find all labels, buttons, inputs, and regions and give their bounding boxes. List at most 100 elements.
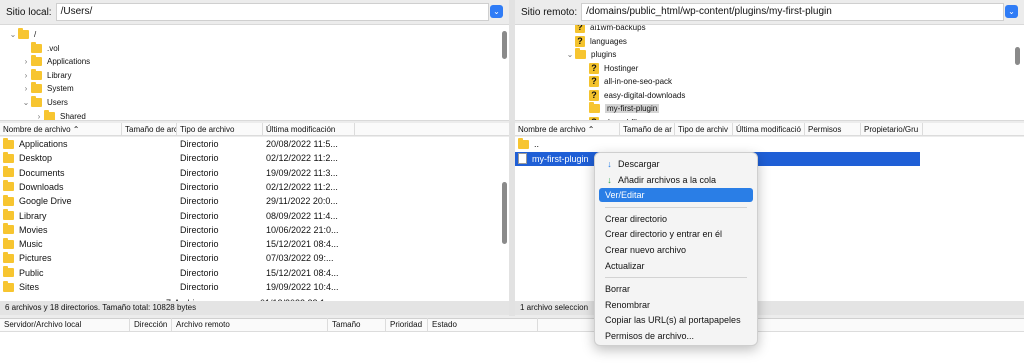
local-status-bar: 6 archivos y 18 directorios. Tamaño tota… bbox=[0, 301, 509, 315]
tree-item[interactable]: ? all-in-one-seo-pack bbox=[579, 75, 672, 88]
tree-item[interactable]: ⌄ / bbox=[8, 28, 36, 41]
column-header[interactable]: Propietario/Gru bbox=[861, 122, 923, 136]
folder-icon bbox=[3, 237, 14, 249]
remote-path-dropdown-button[interactable]: ⌄ bbox=[1005, 5, 1018, 18]
file-type: Directorio bbox=[180, 253, 219, 264]
file-name-cell: Documents bbox=[0, 166, 180, 178]
menu-item[interactable]: Ver/Editar bbox=[599, 188, 753, 203]
column-header[interactable]: Prioridad bbox=[386, 318, 428, 332]
local-list-scrollbar[interactable] bbox=[502, 182, 507, 244]
menu-item[interactable]: Actualizar bbox=[599, 259, 753, 273]
tree-item[interactable]: my-first-plugin bbox=[579, 102, 660, 115]
chevron-icon[interactable]: › bbox=[21, 71, 31, 80]
menu-item[interactable]: Crear nuevo archivo bbox=[599, 243, 753, 257]
column-header[interactable]: Permisos bbox=[805, 122, 861, 136]
tree-item[interactable]: .vol bbox=[21, 41, 60, 55]
chevron-icon[interactable]: › bbox=[21, 57, 31, 66]
local-path-dropdown-button[interactable]: ⌄ bbox=[490, 5, 503, 18]
file-name-cell: Library bbox=[0, 209, 180, 221]
menu-item[interactable]: ↓ Añadir archivos a la cola bbox=[599, 173, 753, 187]
table-row[interactable]: Library Directorio 08/09/2022 11:4... bbox=[0, 209, 500, 223]
chevron-icon[interactable]: › bbox=[34, 112, 44, 120]
column-header[interactable]: Tamaño de ar bbox=[620, 122, 675, 136]
table-row[interactable]: Applications Directorio 20/08/2022 11:5... bbox=[0, 137, 500, 151]
menu-item[interactable]: Copiar las URL(s) al portapapeles bbox=[599, 313, 753, 327]
tree-item-label: System bbox=[47, 84, 74, 94]
menu-item[interactable]: Borrar bbox=[599, 282, 753, 296]
remote-file-list[interactable]: .. my-first-plugin bbox=[515, 137, 1024, 301]
menu-item-label: Crear directorio bbox=[605, 213, 668, 224]
tree-item[interactable]: › System bbox=[21, 82, 74, 95]
tree-item[interactable]: ? ai1wm-backups bbox=[565, 25, 646, 34]
menu-item[interactable]: Permisos de archivo... bbox=[599, 329, 753, 343]
file-type: Directorio bbox=[180, 167, 219, 178]
folder-icon bbox=[575, 48, 586, 59]
table-row[interactable]: Sites Directorio 19/09/2022 10:4... bbox=[0, 280, 500, 294]
file-name-cell: Music bbox=[0, 237, 180, 249]
menu-item[interactable]: ↓ Descargar bbox=[599, 157, 753, 171]
column-header[interactable]: Nombre de archivo ⌃ bbox=[0, 122, 122, 136]
file-modified: 15/12/2021 08:4... bbox=[266, 267, 339, 278]
tree-item[interactable]: › Applications bbox=[21, 55, 90, 68]
menu-item[interactable]: Crear directorio bbox=[599, 212, 753, 226]
table-row[interactable]: .. bbox=[515, 137, 920, 151]
remote-site-label: Sitio remoto: bbox=[521, 6, 578, 18]
transfer-queue-list[interactable] bbox=[0, 332, 1024, 363]
column-header[interactable]: Última modificación bbox=[263, 122, 355, 136]
file-name-cell: my-first-plugin bbox=[515, 153, 589, 164]
tree-item-label: all-in-one-seo-pack bbox=[604, 77, 673, 86]
table-row[interactable]: Music Directorio 15/12/2021 08:4... bbox=[0, 237, 500, 251]
pane-divider[interactable] bbox=[509, 0, 515, 316]
column-header[interactable]: Dirección bbox=[130, 318, 172, 332]
chevron-icon[interactable]: ⌄ bbox=[565, 50, 575, 59]
tree-item[interactable]: ? languages bbox=[565, 35, 627, 48]
menu-item[interactable]: Crear directorio y entrar en él bbox=[599, 227, 753, 241]
tree-item-label: easy-digital-downloads bbox=[604, 90, 686, 100]
table-row[interactable]: Documents Directorio 19/09/2022 11:3... bbox=[0, 166, 500, 180]
local-directory-tree[interactable]: ⌄ / .vol › Applications › Library › System ⌄ Users… bbox=[0, 24, 509, 121]
folder-icon bbox=[31, 41, 42, 53]
tree-item[interactable]: ? Hostinger bbox=[579, 62, 638, 75]
column-header[interactable]: Tipo de archiv bbox=[675, 122, 733, 136]
remote-file-header: Nombre de archivo ⌃ Tamaño de ar Tipo de a… bbox=[515, 122, 1024, 136]
table-row[interactable]: Desktop Directorio 02/12/2022 11:2... bbox=[0, 151, 500, 165]
table-row[interactable]: Pictures Directorio 07/03/2022 09:... bbox=[0, 251, 500, 265]
column-header[interactable]: Estado bbox=[428, 318, 538, 332]
file-name: Google Drive bbox=[19, 196, 72, 207]
tree-item[interactable]: ? easy-digital-downloads bbox=[579, 89, 685, 102]
file-name-cell: Desktop bbox=[0, 151, 180, 163]
tree-item[interactable]: ? shared-files bbox=[579, 116, 645, 120]
file-modified: 02/12/2022 11:2... bbox=[266, 181, 338, 192]
table-row[interactable]: Movies Directorio 10/06/2022 21:0... bbox=[0, 223, 500, 237]
table-row[interactable]: Downloads Directorio 02/12/2022 11:2... bbox=[0, 180, 500, 194]
column-header[interactable]: Nombre de archivo ⌃ bbox=[515, 122, 620, 136]
remote-path-input[interactable]: /domains/public_html/wp-content/plugins/… bbox=[581, 3, 1004, 21]
table-row[interactable]: Public Directorio 15/12/2021 08:4... bbox=[0, 266, 500, 280]
column-header[interactable]: Tipo de archivo bbox=[177, 122, 263, 136]
table-row[interactable]: Google Drive Directorio 29/11/2022 20:0... bbox=[0, 194, 500, 208]
tree-item[interactable]: ⌄ plugins bbox=[565, 48, 616, 61]
unknown-folder-icon: ? bbox=[589, 62, 599, 74]
local-path-input[interactable]: /Users/ bbox=[55, 3, 489, 21]
file-name: Library bbox=[19, 210, 47, 221]
tree-item-label: .vol bbox=[47, 43, 60, 53]
tree-item[interactable]: › Library bbox=[21, 68, 71, 82]
column-header[interactable]: Servidor/Archivo local bbox=[0, 318, 130, 332]
column-header[interactable]: Tamaño bbox=[328, 318, 386, 332]
chevron-icon[interactable]: › bbox=[21, 84, 31, 93]
chevron-icon[interactable]: ⌄ bbox=[21, 98, 31, 107]
tree-item[interactable]: ⌄ Users bbox=[21, 96, 68, 109]
column-header[interactable]: Archivo remoto bbox=[172, 318, 328, 332]
local-tree-scrollbar[interactable] bbox=[502, 31, 507, 59]
local-file-list[interactable]: Applications Directorio 20/08/2022 11:5...… bbox=[0, 137, 509, 301]
column-header[interactable]: Tamaño de arc bbox=[122, 122, 177, 136]
remote-directory-tree[interactable]: ? ai1wm-backups? languages ⌄ plugins? Hosting… bbox=[515, 24, 1024, 121]
remote-tree-scrollbar[interactable] bbox=[1015, 47, 1020, 65]
chevron-icon[interactable]: ⌄ bbox=[8, 30, 18, 39]
add-to-queue-icon: ↓ bbox=[607, 174, 612, 185]
tree-item-label: languages bbox=[590, 36, 627, 46]
file-name-cell: Pictures bbox=[0, 251, 180, 263]
tree-item[interactable]: › Shared bbox=[34, 109, 86, 120]
menu-item[interactable]: Renombrar bbox=[599, 298, 753, 312]
column-header[interactable]: Última modificació bbox=[733, 122, 805, 136]
